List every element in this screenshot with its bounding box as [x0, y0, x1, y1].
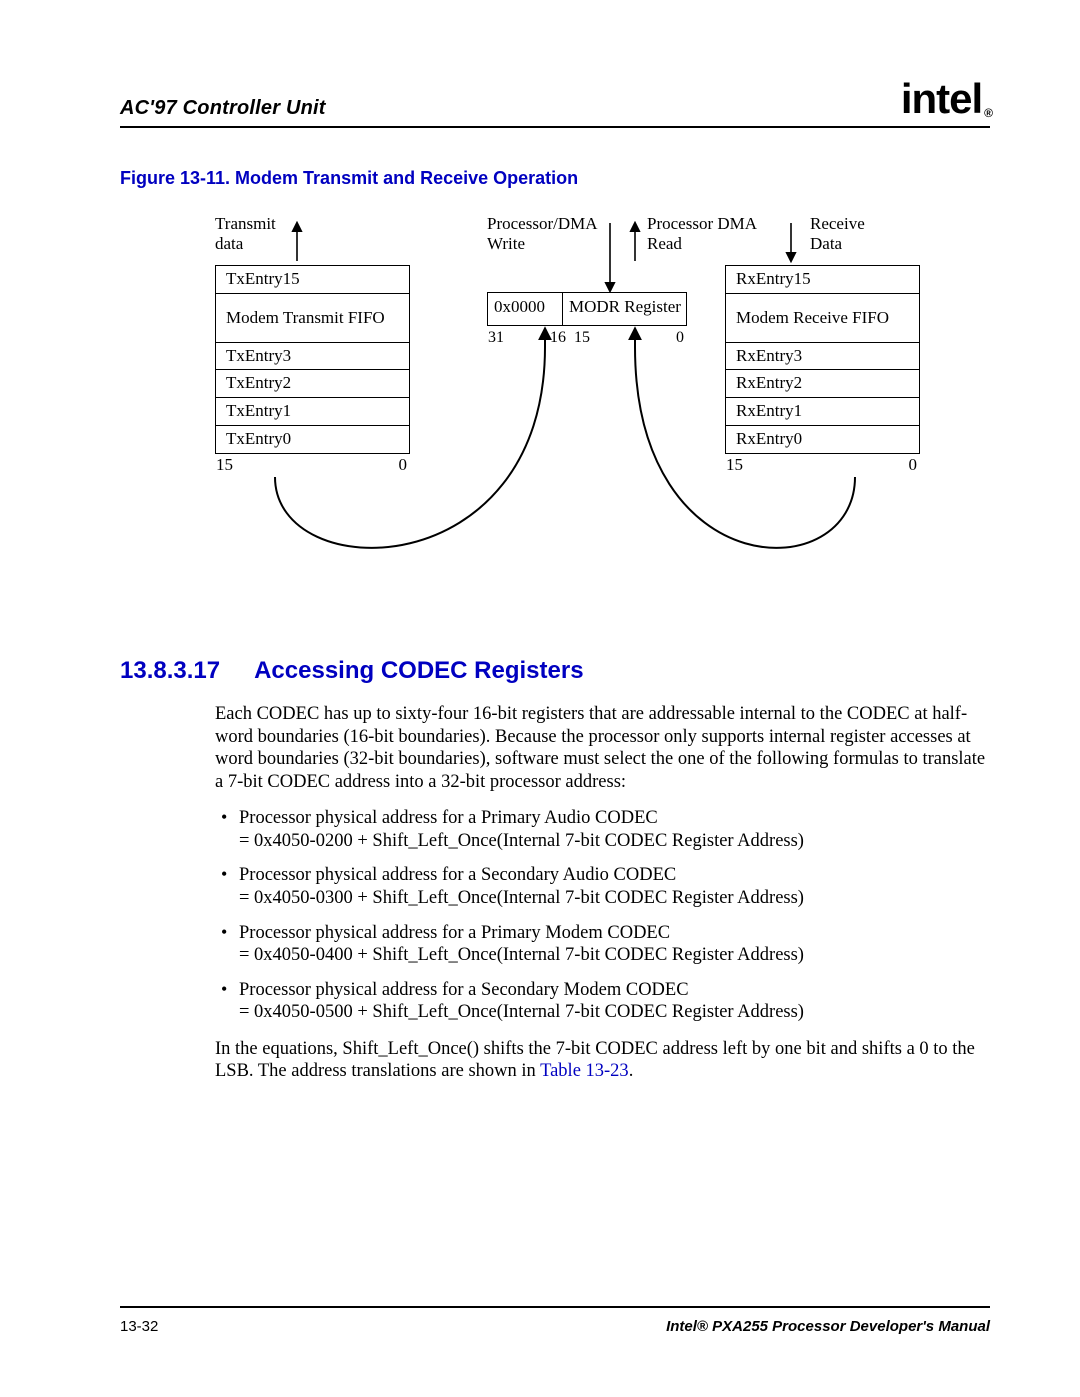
tx-entry-2: TxEntry2 — [216, 369, 409, 397]
rx-data-label: Receive Data — [810, 214, 865, 253]
page-number: 13-32 — [120, 1318, 158, 1335]
section-body: Each CODEC has up to sixty-four 16-bit r… — [215, 703, 990, 1083]
page: AC'97 Controller Unit intel® Figure 13-1… — [0, 0, 1080, 1397]
page-footer: 13-32 Intel® PXA255 Processor Developer'… — [120, 1306, 990, 1335]
rx-entry-1: RxEntry1 — [726, 397, 919, 425]
footer-rule — [120, 1306, 990, 1308]
para-intro: Each CODEC has up to sixty-four 16-bit r… — [215, 703, 990, 793]
page-header: AC'97 Controller Unit intel® — [120, 78, 990, 120]
rx-fifo-label: Modem Receive FIFO — [726, 293, 919, 342]
codec-address-formulas: Processor physical address for a Primary… — [215, 807, 990, 1024]
header-section-title: AC'97 Controller Unit — [120, 97, 326, 120]
intel-logo: intel® — [901, 78, 990, 120]
rx-entry-3: RxEntry3 — [726, 342, 919, 370]
header-rule — [120, 126, 990, 128]
tx-entry-1: TxEntry1 — [216, 397, 409, 425]
rx-fifo: RxEntry15 Modem Receive FIFO RxEntry3 Rx… — [725, 265, 920, 454]
manual-title: Intel® PXA255 Processor Developer's Manu… — [666, 1318, 990, 1335]
list-item: Processor physical address for a Seconda… — [215, 979, 990, 1024]
rx-bit-hi: 15 — [726, 455, 743, 475]
table-link[interactable]: Table 13-23 — [540, 1061, 629, 1081]
rx-entry-2: RxEntry2 — [726, 369, 919, 397]
figure-caption: Figure 13-11. Modem Transmit and Receive… — [120, 168, 990, 189]
modr-register: 0x0000 MODR Register 31 16 15 0 — [487, 292, 687, 326]
list-item: Processor physical address for a Seconda… — [215, 864, 990, 909]
intel-logo-reg: ® — [984, 106, 992, 120]
rx-entry-15: RxEntry15 — [726, 266, 919, 293]
rx-entry-0: RxEntry0 — [726, 425, 919, 453]
para-closing: In the equations, Shift_Left_Once() shif… — [215, 1038, 990, 1083]
tx-fifo: TxEntry15 Modem Transmit FIFO TxEntry3 T… — [215, 265, 410, 454]
figure-body: Transmit data Processor/DMA Write Proces… — [215, 217, 955, 617]
tx-entry-3: TxEntry3 — [216, 342, 409, 370]
modr-right-half: MODR Register — [563, 293, 687, 325]
list-item: Processor physical address for a Primary… — [215, 807, 990, 852]
tx-data-label: Transmit data — [215, 214, 276, 253]
tx-entry-0: TxEntry0 — [216, 425, 409, 453]
rx-bit-lo: 0 — [909, 455, 918, 475]
tx-entry-15: TxEntry15 — [216, 266, 409, 293]
processor-read-label: Processor DMA Read — [647, 214, 757, 253]
intel-logo-text: intel — [901, 75, 982, 122]
modr-left-half: 0x0000 — [488, 293, 563, 325]
processor-write-label: Processor/DMA Write — [487, 214, 598, 253]
section-heading: 13.8.3.17 Accessing CODEC Registers — [120, 657, 990, 685]
list-item: Processor physical address for a Primary… — [215, 922, 990, 967]
section-number: 13.8.3.17 — [120, 657, 220, 685]
tx-fifo-label: Modem Transmit FIFO — [216, 293, 409, 342]
tx-bit-hi: 15 — [216, 455, 233, 475]
section-title: Accessing CODEC Registers — [254, 657, 583, 685]
tx-bit-lo: 0 — [399, 455, 408, 475]
